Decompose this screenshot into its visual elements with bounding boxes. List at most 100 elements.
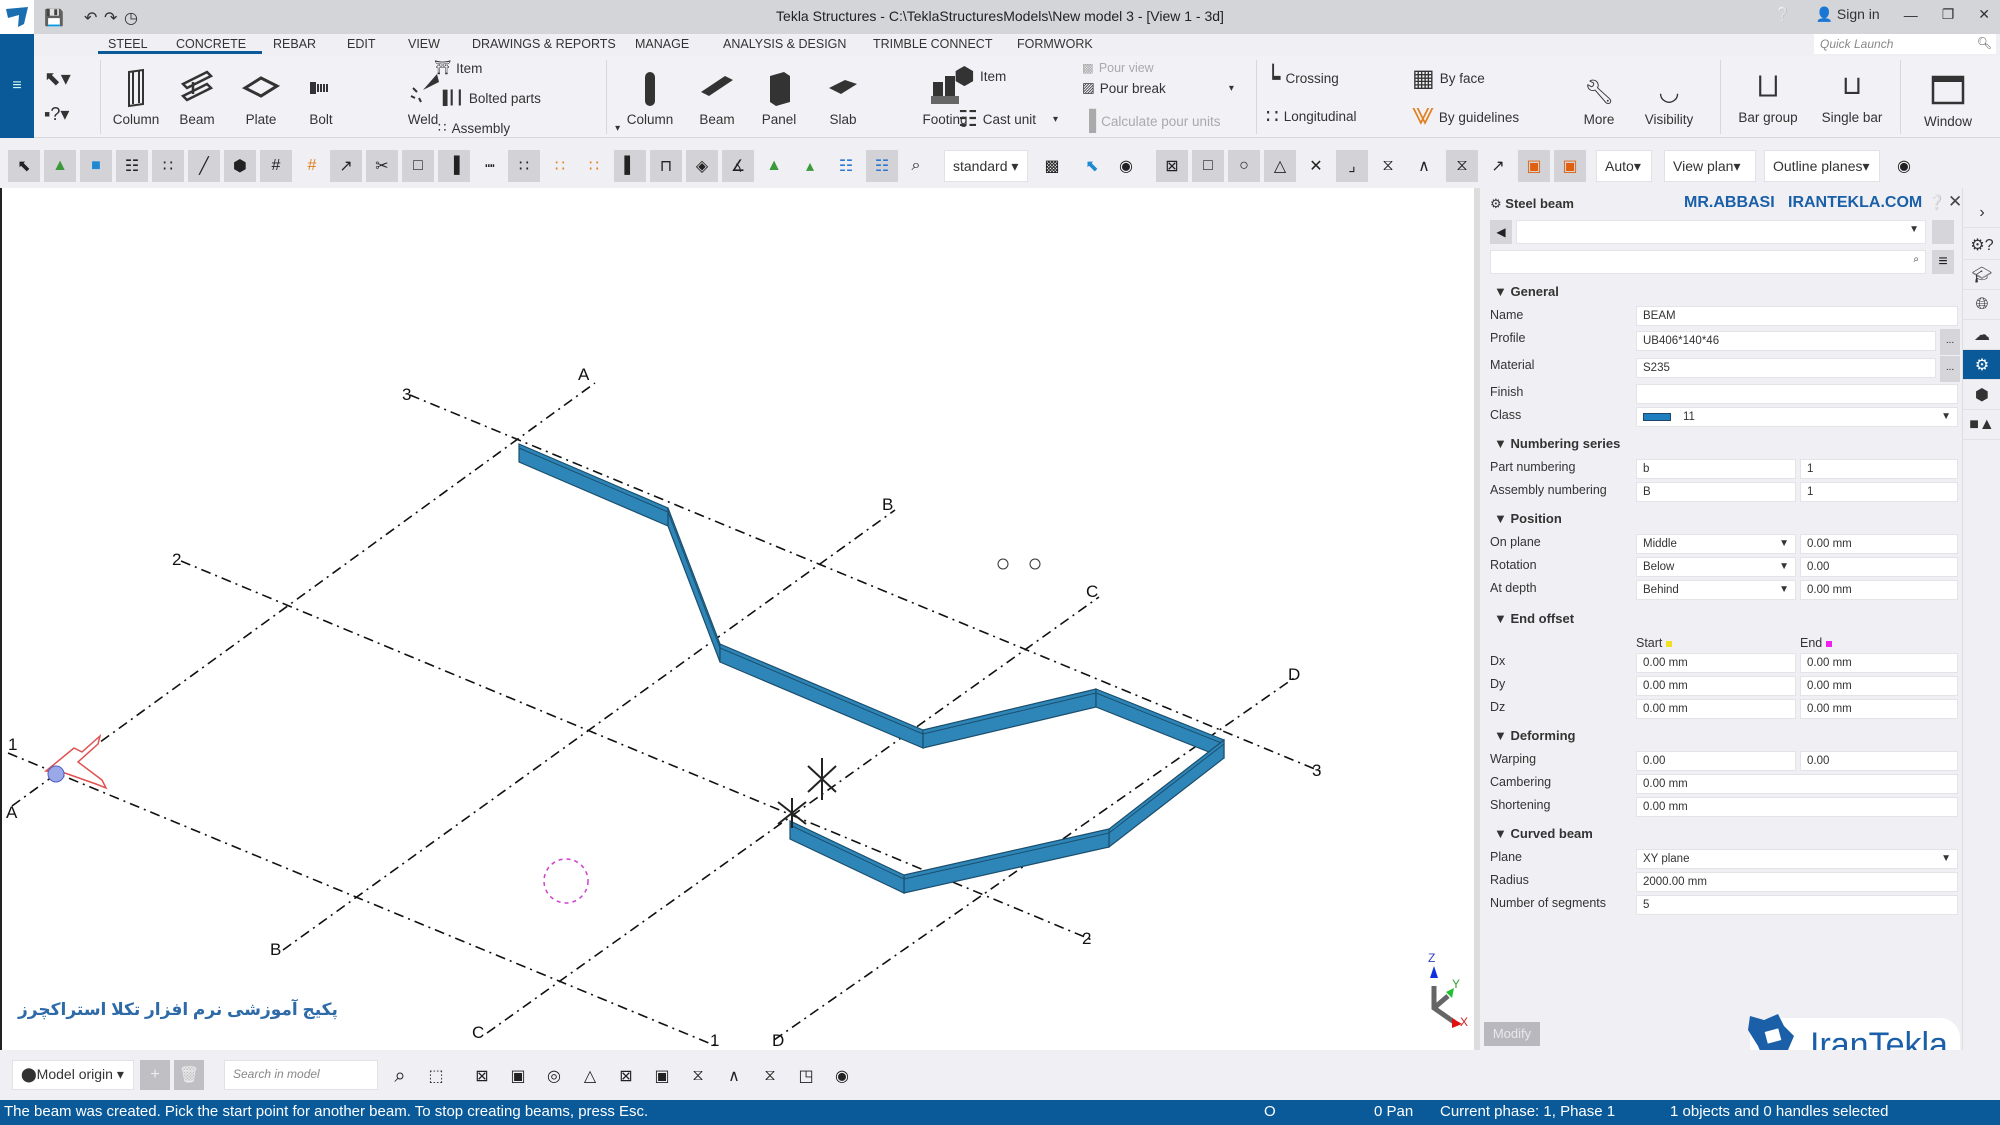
- name-field[interactable]: BEAM: [1636, 306, 1958, 326]
- rotation-angle-field[interactable]: 0.00: [1800, 557, 1958, 577]
- select-components-icon[interactable]: ⬢: [224, 150, 256, 182]
- snap-visibility-icon[interactable]: ◉: [826, 1060, 858, 1092]
- redo-icon[interactable]: ↷: [104, 8, 117, 28]
- dz-end-field[interactable]: 0.00 mm: [1800, 699, 1958, 719]
- snap-reference-icon[interactable]: ⊠: [1156, 150, 1188, 182]
- bolt-button[interactable]: Bolt: [296, 68, 346, 127]
- select-pour-icon[interactable]: ▌: [614, 150, 646, 182]
- tab-rebar[interactable]: REBAR: [273, 37, 316, 51]
- snap-midpoint-icon[interactable]: △: [574, 1060, 606, 1092]
- visibility-button[interactable]: ◡ Visibility: [1636, 78, 1702, 127]
- select-objects-icon[interactable]: ▲: [758, 150, 790, 182]
- snap-midpoint-icon[interactable]: △: [1264, 150, 1296, 182]
- plane-select[interactable]: XY plane ▼: [1636, 849, 1958, 869]
- part-prefix-field[interactable]: b: [1636, 459, 1796, 479]
- snap-center-icon[interactable]: ◎: [538, 1060, 570, 1092]
- back-button[interactable]: ◀: [1490, 220, 1512, 244]
- save-attributes-button[interactable]: [1932, 220, 1954, 244]
- select-assemblies-icon[interactable]: ∷: [508, 150, 540, 182]
- tab-steel[interactable]: STEEL: [108, 37, 148, 51]
- status-ortho[interactable]: O: [1264, 1103, 1276, 1120]
- undo-icon[interactable]: ↶: [84, 8, 97, 28]
- help-icon[interactable]: ❔: [1774, 6, 1791, 23]
- search-model-input[interactable]: Search in model: [224, 1060, 378, 1090]
- panel-button[interactable]: Panel: [754, 68, 804, 127]
- help-settings-icon[interactable]: ⚙?: [1963, 230, 2000, 260]
- beam-segment[interactable]: [903, 828, 1110, 894]
- inquire-tool-icon[interactable]: ▪?▾: [44, 104, 69, 125]
- delete-work-plane-button[interactable]: 🗑︎: [174, 1060, 204, 1090]
- segments-field[interactable]: 5: [1636, 895, 1958, 915]
- search-icon[interactable]: ⌕: [384, 1060, 416, 1092]
- snap-line-extension-icon[interactable]: ⧖: [1372, 150, 1404, 182]
- snap-perpendicular-icon[interactable]: ▣: [646, 1060, 678, 1092]
- warping-end-field[interactable]: 0.00: [1800, 751, 1958, 771]
- by-face-button[interactable]: ▦ By face: [1412, 64, 1485, 93]
- steel-beam-button[interactable]: Beam: [170, 68, 224, 127]
- cast-unit-button[interactable]: ☷ Cast unit ▾: [958, 106, 1058, 132]
- model-canvas[interactable]: A A B B C C D D 1 1 2 2 3 3 Z Y X: [2, 188, 1474, 1050]
- tab-edit[interactable]: EDIT: [347, 37, 375, 51]
- tab-concrete[interactable]: CONCRETE: [176, 37, 246, 51]
- dx-start-field[interactable]: 0.00 mm: [1636, 653, 1796, 673]
- grid-line-2[interactable]: [180, 560, 1093, 941]
- cloud-icon[interactable]: ☁: [1963, 320, 2000, 350]
- select-details-icon[interactable]: ┉: [474, 150, 506, 182]
- rotation-select[interactable]: Below ▼: [1636, 557, 1796, 577]
- material-field[interactable]: S235: [1636, 358, 1936, 378]
- snap-line-icon[interactable]: ↗: [1482, 150, 1514, 182]
- snap-nearest-icon[interactable]: ⧖: [1446, 150, 1478, 182]
- snap-reference-points-icon[interactable]: ▣: [1518, 150, 1550, 182]
- minimize-button[interactable]: —: [1904, 7, 1918, 23]
- assembly-prefix-field[interactable]: B: [1636, 482, 1796, 502]
- select-views-icon[interactable]: □: [402, 150, 434, 182]
- profile-browse-button[interactable]: ...: [1940, 329, 1960, 355]
- section-position[interactable]: ▼ Position: [1494, 511, 1562, 526]
- steel-column-button[interactable]: Column: [106, 68, 166, 127]
- select-parts-icon[interactable]: ▲: [44, 150, 76, 182]
- calculate-pour-units-button[interactable]: ▐ Calculate pour units: [1082, 110, 1221, 133]
- maximize-button[interactable]: ❐: [1942, 6, 1955, 23]
- snap-geometry-points-icon[interactable]: ▣: [1554, 150, 1586, 182]
- steel-item-button[interactable]: ⛩ Item: [434, 60, 482, 76]
- tekla-logo[interactable]: [0, 0, 34, 34]
- snap-nearest-icon[interactable]: ⧖: [754, 1060, 786, 1092]
- close-button[interactable]: ✕: [1978, 6, 1990, 23]
- quick-launch-input[interactable]: Quick Launch 🔍︎: [1814, 34, 1996, 54]
- concrete-beam-button[interactable]: Beam: [690, 68, 744, 127]
- assembly-button[interactable]: ∷ Assembly ▾: [438, 120, 620, 136]
- concrete-column-button[interactable]: Column: [620, 68, 680, 127]
- part-start-field[interactable]: 1: [1800, 459, 1958, 479]
- concrete-item-button[interactable]: ⬢ Item: [954, 62, 1006, 91]
- smart-select-icon[interactable]: ⬉: [1076, 150, 1108, 182]
- tab-analysis-design[interactable]: ANALYSIS & DESIGN: [723, 37, 846, 51]
- sign-in-button[interactable]: 👤 Sign in: [1816, 6, 1880, 23]
- snap-geometry-icon[interactable]: ▣: [502, 1060, 534, 1092]
- select-objects-in-assembly-icon[interactable]: ∷: [544, 150, 576, 182]
- by-guidelines-button[interactable]: ⨈ By guidelines: [1412, 104, 1519, 130]
- shortening-field[interactable]: 0.00 mm: [1636, 797, 1958, 817]
- class-select[interactable]: 11 ▼: [1636, 407, 1958, 427]
- inquire-icon[interactable]: ⌕: [900, 150, 932, 182]
- on-plane-select[interactable]: Middle ▼: [1636, 534, 1796, 554]
- select-connections-icon[interactable]: ▐: [438, 150, 470, 182]
- file-menu-button[interactable]: ≡: [0, 34, 34, 138]
- select-points-icon[interactable]: ↗: [330, 150, 362, 182]
- globe-icon[interactable]: 🌐︎: [1963, 290, 2000, 320]
- beam-segment[interactable]: [1108, 738, 1225, 849]
- pour-view-button[interactable]: ▩ Pour view: [1082, 60, 1154, 76]
- select-cast-unit-icon[interactable]: ∷: [578, 150, 610, 182]
- bar-group-button[interactable]: ⨆ Bar group: [1730, 70, 1806, 125]
- dy-start-field[interactable]: 0.00 mm: [1636, 676, 1796, 696]
- section-general[interactable]: ▼ General: [1494, 284, 1559, 299]
- handle-point[interactable]: [1029, 558, 1041, 570]
- select-object-icon[interactable]: ▴: [794, 150, 826, 182]
- assembly-start-field[interactable]: 1: [1800, 482, 1958, 502]
- select-surface-icon[interactable]: ■: [80, 150, 112, 182]
- snap-reference-icon[interactable]: ⊠: [466, 1060, 498, 1092]
- select-tool-icon[interactable]: ⬉▾: [44, 66, 71, 91]
- select-lines-icon[interactable]: ∡: [722, 150, 754, 182]
- selection-filter-select[interactable]: standard ▾: [944, 150, 1028, 182]
- applications-icon[interactable]: ⬢: [1963, 380, 2000, 410]
- snap-depth-select[interactable]: Auto▾: [1596, 150, 1652, 182]
